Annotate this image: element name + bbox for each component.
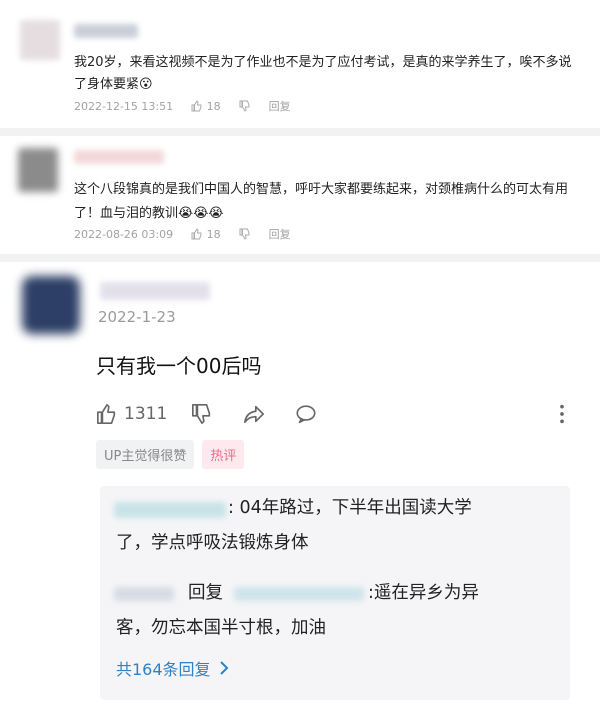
hot-comment-tag: 热评 bbox=[202, 440, 245, 469]
more-replies-label: 共164条回复 bbox=[116, 660, 211, 679]
divider bbox=[0, 128, 600, 136]
share-icon bbox=[244, 405, 265, 424]
avatar[interactable] bbox=[20, 20, 60, 60]
comment-meta: 2022-08-26 03:09 18 回复 bbox=[74, 226, 291, 242]
like-button[interactable]: 18 bbox=[191, 228, 221, 241]
comment-2: 这个八段锦真的是我们中国人的智慧，呼吁大家都要练起来，对颈椎病什么的可太有用了！… bbox=[0, 136, 600, 254]
thumbs-up-icon bbox=[191, 227, 202, 239]
reply-preview[interactable]: : 04年路过，下半年出国读大学 了，学点呼吸法锻炼身体 回复 :遥在异乡为异 … bbox=[100, 486, 570, 700]
username[interactable] bbox=[100, 282, 210, 300]
vertical-dots-icon bbox=[560, 404, 564, 424]
comment-actions: 1311 bbox=[96, 400, 566, 428]
comment-date: 2022-08-26 03:09 bbox=[74, 227, 174, 241]
dislike-button[interactable] bbox=[239, 100, 251, 113]
reply-text: : 04年路过，下半年出国读大学 bbox=[228, 498, 472, 518]
comment-date: 2022-12-15 13:51 bbox=[74, 99, 174, 113]
share-button[interactable] bbox=[243, 403, 265, 425]
comment-bubble-icon bbox=[296, 405, 316, 424]
reply-text: :遥在异乡为异 bbox=[368, 583, 479, 603]
emoji: 😭😭😭 bbox=[178, 206, 224, 221]
like-count: 1311 bbox=[124, 404, 168, 424]
thumbs-down-icon bbox=[239, 100, 250, 112]
username[interactable] bbox=[74, 24, 138, 38]
reply-text: 了，学点呼吸法锻炼身体 bbox=[116, 533, 309, 553]
comment-text: 这个八段锦真的是我们中国人的智慧，呼吁大家都要练起来，对颈椎病什么的可太有用了！… bbox=[74, 182, 569, 221]
thumbs-up-icon bbox=[97, 404, 116, 424]
avatar[interactable] bbox=[22, 276, 80, 334]
main-comment: 2022-1-23 只有我一个00后吗 1311 UP主觉得很赞 热评 : 04… bbox=[0, 262, 600, 714]
dislike-button[interactable] bbox=[191, 403, 213, 425]
comment-text: 只有我一个00后吗 bbox=[96, 354, 262, 378]
emoji: 😮 bbox=[139, 77, 153, 92]
like-count: 18 bbox=[206, 227, 221, 241]
comment-text: 我20岁，来看这视频不是为了作业也不是为了应付考试，是真的来学养生了，唉不多说了… bbox=[74, 55, 572, 92]
comment-meta: 2022-12-15 13:51 18 回复 bbox=[74, 98, 291, 114]
like-button[interactable] bbox=[96, 403, 118, 425]
thumbs-down-icon bbox=[239, 228, 250, 240]
comment-tags: UP主觉得很赞 热评 bbox=[96, 440, 245, 469]
comment-button[interactable] bbox=[295, 403, 317, 425]
dislike-button[interactable] bbox=[239, 228, 251, 241]
like-button[interactable]: 18 bbox=[191, 100, 221, 113]
avatar[interactable] bbox=[18, 148, 58, 192]
reply-text: 客，勿忘本国半寸根，加油 bbox=[116, 618, 326, 638]
username[interactable] bbox=[74, 150, 164, 164]
reply-username[interactable] bbox=[114, 502, 226, 518]
view-more-replies-link[interactable]: 共164条回复 bbox=[116, 656, 229, 680]
reply-button[interactable]: 回复 bbox=[269, 226, 291, 242]
comment-1: 我20岁，来看这视频不是为了作业也不是为了应付考试，是真的来学养生了，唉不多说了… bbox=[0, 0, 600, 128]
divider bbox=[0, 254, 600, 262]
chevron-right-icon bbox=[219, 661, 228, 675]
comment-date: 2022-1-23 bbox=[98, 308, 176, 326]
reply-word: 回复 bbox=[188, 583, 223, 603]
more-options-button[interactable] bbox=[558, 403, 566, 425]
thumbs-up-icon bbox=[191, 99, 202, 111]
reply-target-username[interactable] bbox=[234, 587, 364, 601]
thumbs-down-icon bbox=[192, 404, 211, 424]
like-count: 18 bbox=[206, 99, 221, 113]
up-liked-tag: UP主觉得很赞 bbox=[96, 440, 195, 469]
reply-button[interactable]: 回复 bbox=[269, 98, 291, 114]
reply-username[interactable] bbox=[114, 587, 174, 601]
